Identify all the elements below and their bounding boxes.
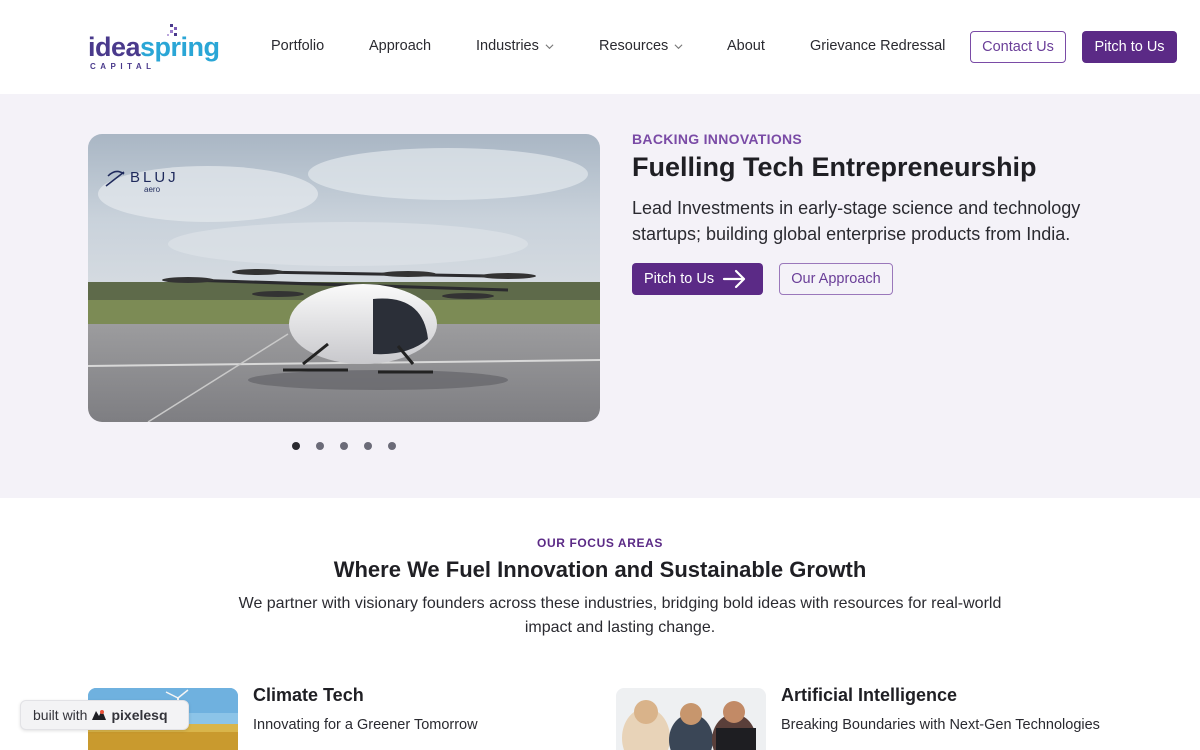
carousel-dot[interactable] — [292, 442, 300, 450]
card-subtitle-artificial-intelligence: Breaking Boundaries with Next-Gen Techno… — [781, 717, 1100, 733]
hero-title: Fuelling Tech Entrepreneurship — [632, 152, 1037, 182]
badge-prefix: built with — [33, 707, 88, 723]
card-title-artificial-intelligence[interactable]: Artificial Intelligence — [781, 685, 957, 706]
built-with-badge[interactable]: built with pixelesq — [20, 700, 189, 730]
carousel-dot[interactable] — [316, 442, 324, 450]
carousel-dot[interactable] — [364, 442, 372, 450]
carousel-dot[interactable] — [340, 442, 348, 450]
chevron-down-icon — [674, 43, 683, 49]
nav-about[interactable]: About — [727, 38, 765, 54]
card-subtitle-climate-tech: Innovating for a Greener Tomorrow — [253, 717, 478, 733]
drone-aircraft-photo: BLUJ aero — [88, 134, 600, 422]
carousel-dot[interactable] — [388, 442, 396, 450]
pitch-to-us-hero-button[interactable]: Pitch to Us — [632, 263, 763, 295]
nav-approach[interactable]: Approach — [369, 38, 431, 54]
logo-subtitle: CAPITAL — [90, 62, 156, 71]
nav-grievance-redressal[interactable]: Grievance Redressal — [810, 38, 945, 54]
contact-us-button[interactable]: Contact Us — [970, 31, 1066, 63]
badge-brand: pixelesq — [91, 707, 168, 723]
chevron-down-icon — [545, 43, 554, 49]
nav-industries[interactable]: Industries — [476, 38, 554, 54]
focus-eyebrow: OUR FOCUS AREAS — [537, 536, 663, 550]
pitch-to-us-nav-button[interactable]: Pitch to Us — [1082, 31, 1177, 63]
site-header: ideaspring CAPITAL Portfolio Approach In… — [0, 0, 1200, 94]
nav-resources[interactable]: Resources — [599, 38, 683, 54]
aero-logo-text: aero — [144, 185, 161, 194]
team-meeting-image — [616, 688, 766, 750]
focus-description: We partner with visionary founders acros… — [238, 595, 1002, 636]
carousel-dots — [292, 442, 396, 450]
badge-brand-label: pixelesq — [111, 707, 168, 723]
pitch-to-us-label: Pitch to Us — [644, 271, 715, 287]
hero-carousel-image[interactable]: BLUJ aero — [88, 134, 600, 422]
focus-title: Where We Fuel Innovation and Sustainable… — [333, 557, 867, 582]
arrow-right-icon — [723, 269, 746, 289]
hero-section: BLUJ aero BACKING INNOVATIONS Fuelling T… — [0, 94, 1200, 498]
our-approach-button[interactable]: Our Approach — [779, 263, 893, 295]
ai-image[interactable] — [616, 688, 766, 750]
nav-portfolio[interactable]: Portfolio — [271, 38, 324, 54]
pixelesq-logo-icon — [92, 710, 107, 720]
card-title-climate-tech[interactable]: Climate Tech — [253, 685, 364, 706]
hero-eyebrow: BACKING INNOVATIONS — [632, 131, 803, 147]
logo-wordmark: ideaspring — [88, 32, 220, 62]
ideaspring-logo[interactable]: ideaspring CAPITAL — [88, 24, 220, 72]
hero-description: Lead Investments in early-stage science … — [632, 198, 1081, 244]
bluj-logo-text: BLUJ — [130, 169, 179, 186]
